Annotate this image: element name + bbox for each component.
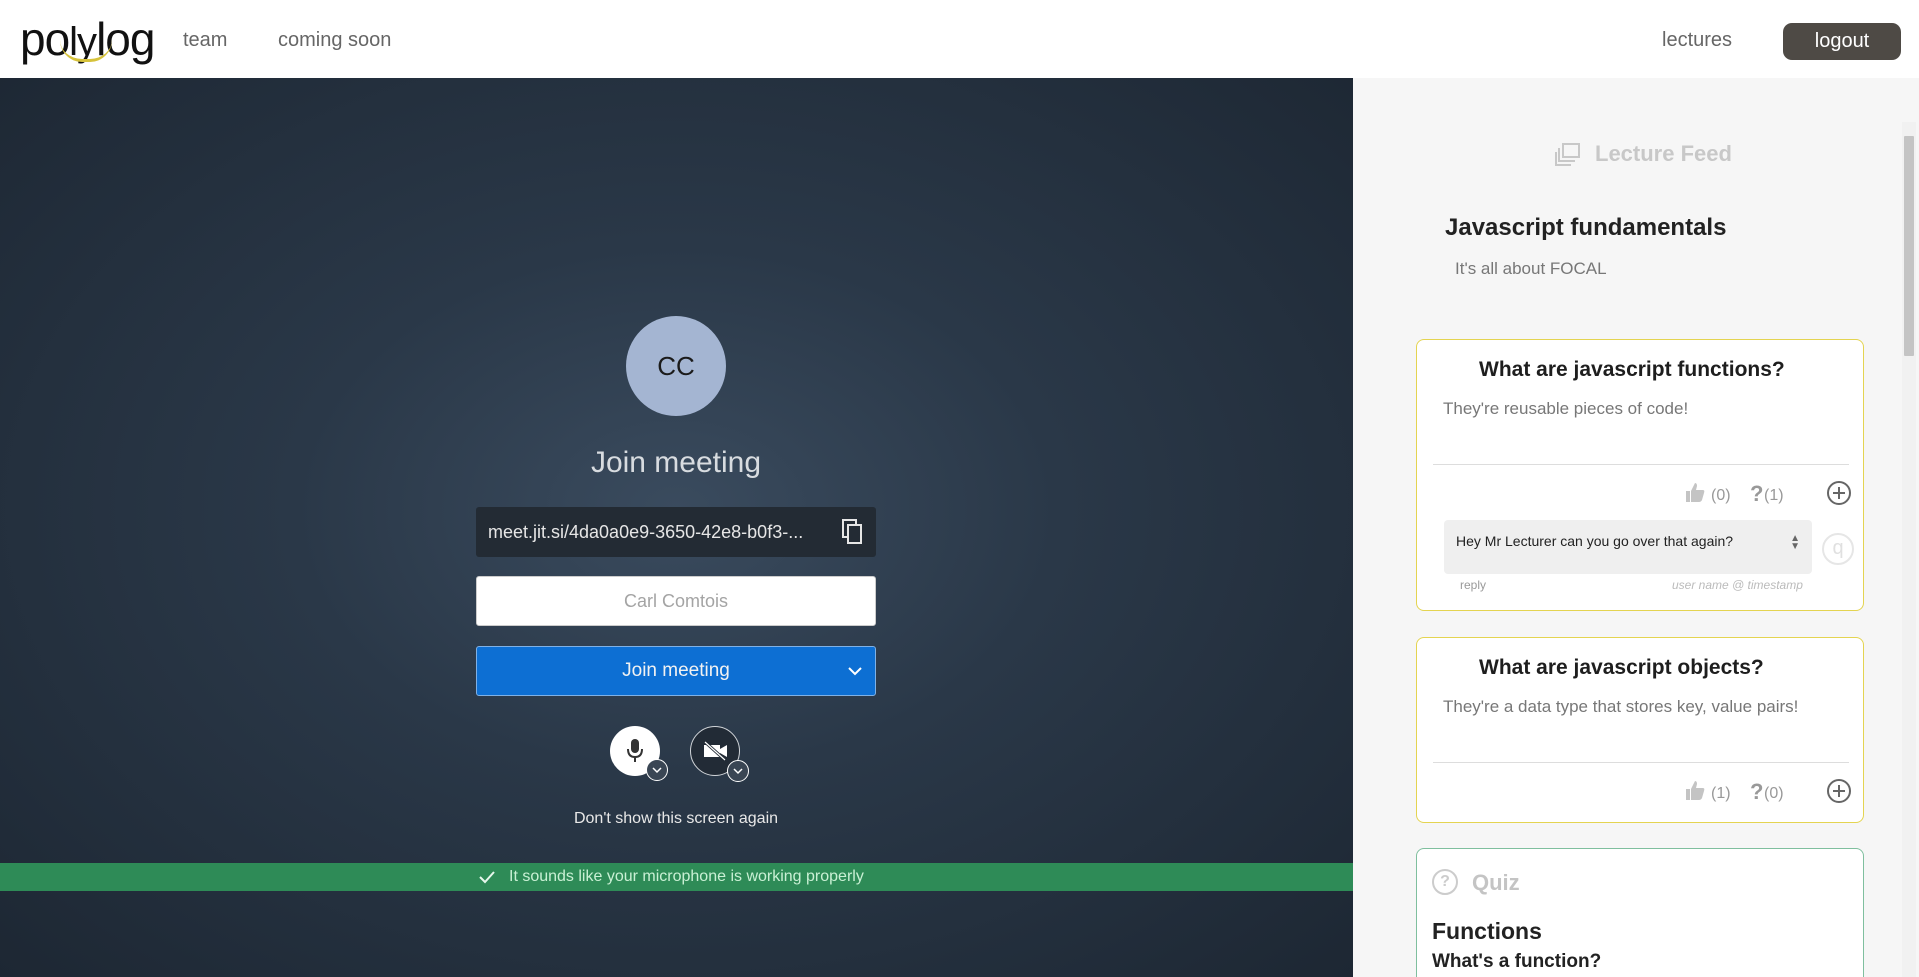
question-card: What are javascript objects? They're a d… bbox=[1416, 637, 1864, 823]
reply-link[interactable]: reply bbox=[1460, 578, 1486, 592]
resize-handle-icon[interactable]: ▲ ▼ bbox=[1790, 534, 1800, 552]
display-name-input[interactable] bbox=[476, 576, 876, 626]
add-comment-icon[interactable] bbox=[1826, 480, 1852, 506]
camera-options-caret[interactable] bbox=[727, 760, 749, 782]
nav-team-link[interactable]: team bbox=[183, 29, 227, 52]
camera-toggle-button[interactable] bbox=[690, 726, 749, 782]
logo-text-c: log bbox=[96, 13, 155, 65]
feed-scrollbar[interactable] bbox=[1902, 122, 1916, 977]
thumbs-up-icon[interactable] bbox=[1684, 779, 1706, 801]
confused-count: (0) bbox=[1764, 785, 1784, 802]
mic-status-banner: It sounds like your microphone is workin… bbox=[0, 863, 1353, 891]
question-circle-icon: ? bbox=[1432, 869, 1458, 895]
avatar: CC bbox=[626, 316, 726, 416]
lecture-subtitle: It's all about FOCAL bbox=[1455, 259, 1607, 278]
meeting-url-text: meet.jit.si/4da0a0e9-3650-42e8-b0f3-... bbox=[488, 522, 804, 542]
logo[interactable]: polylog bbox=[20, 12, 155, 65]
join-meeting-button[interactable]: Join meeting bbox=[476, 646, 876, 696]
submit-comment-icon[interactable]: q bbox=[1822, 533, 1854, 565]
comment-input[interactable]: Hey Mr Lecturer can you go over that aga… bbox=[1444, 520, 1812, 574]
quiz-label: Quiz bbox=[1472, 870, 1520, 895]
copy-icon[interactable] bbox=[842, 519, 864, 545]
feed-header: Lecture Feed bbox=[1595, 141, 1732, 166]
question-title: What are javascript objects? bbox=[1479, 656, 1764, 679]
like-count: (0) bbox=[1711, 487, 1731, 504]
quiz-question: What's a function? bbox=[1432, 951, 1602, 972]
scrollbar-thumb[interactable] bbox=[1904, 136, 1914, 356]
add-comment-icon[interactable] bbox=[1826, 778, 1852, 804]
microphone-icon bbox=[627, 739, 643, 762]
feed-stack-icon bbox=[1555, 143, 1580, 166]
question-answer: They're reusable pieces of code! bbox=[1443, 399, 1689, 418]
mic-options-caret[interactable] bbox=[646, 759, 668, 781]
quiz-card: ? Quiz Functions What's a function? bbox=[1416, 848, 1864, 977]
thumbs-up-icon[interactable] bbox=[1684, 481, 1706, 503]
camera-off-icon bbox=[703, 741, 727, 761]
divider bbox=[1433, 464, 1849, 465]
chevron-down-icon bbox=[733, 768, 743, 775]
logo-text-a: po bbox=[20, 13, 70, 65]
divider bbox=[1433, 762, 1849, 763]
chevron-down-icon bbox=[652, 767, 662, 774]
confused-count: (1) bbox=[1764, 487, 1784, 504]
checkmark-icon bbox=[479, 871, 495, 884]
meeting-url-box: meet.jit.si/4da0a0e9-3650-42e8-b0f3-... bbox=[476, 507, 876, 557]
dont-show-again-toggle[interactable]: Don't show this screen again bbox=[476, 810, 876, 828]
question-card: What are javascript functions? They're r… bbox=[1416, 339, 1864, 611]
like-count: (1) bbox=[1711, 785, 1731, 802]
join-meeting-title: Join meeting bbox=[590, 446, 762, 479]
navbar: polylog team coming soon lectures logout bbox=[0, 0, 1919, 78]
question-answer: They're a data type that stores key, val… bbox=[1443, 697, 1799, 716]
comment-meta: user name @ timestamp bbox=[1672, 578, 1803, 592]
nav-coming-soon-link[interactable]: coming soon bbox=[278, 29, 391, 52]
logout-button[interactable]: logout bbox=[1783, 23, 1901, 60]
confused-icon[interactable]: ? bbox=[1750, 779, 1763, 805]
chevron-down-icon[interactable] bbox=[847, 663, 863, 679]
join-meeting-label: Join meeting bbox=[622, 660, 730, 681]
quiz-heading: Functions bbox=[1432, 918, 1542, 944]
question-title: What are javascript functions? bbox=[1479, 358, 1785, 381]
mic-status-text: It sounds like your microphone is workin… bbox=[509, 868, 864, 885]
confused-icon[interactable]: ? bbox=[1750, 481, 1763, 507]
nav-lectures-link[interactable]: lectures bbox=[1662, 29, 1732, 52]
comment-text: Hey Mr Lecturer can you go over that aga… bbox=[1456, 533, 1734, 549]
lecture-title: Javascript fundamentals bbox=[1445, 214, 1727, 241]
microphone-toggle-button[interactable] bbox=[610, 726, 668, 781]
